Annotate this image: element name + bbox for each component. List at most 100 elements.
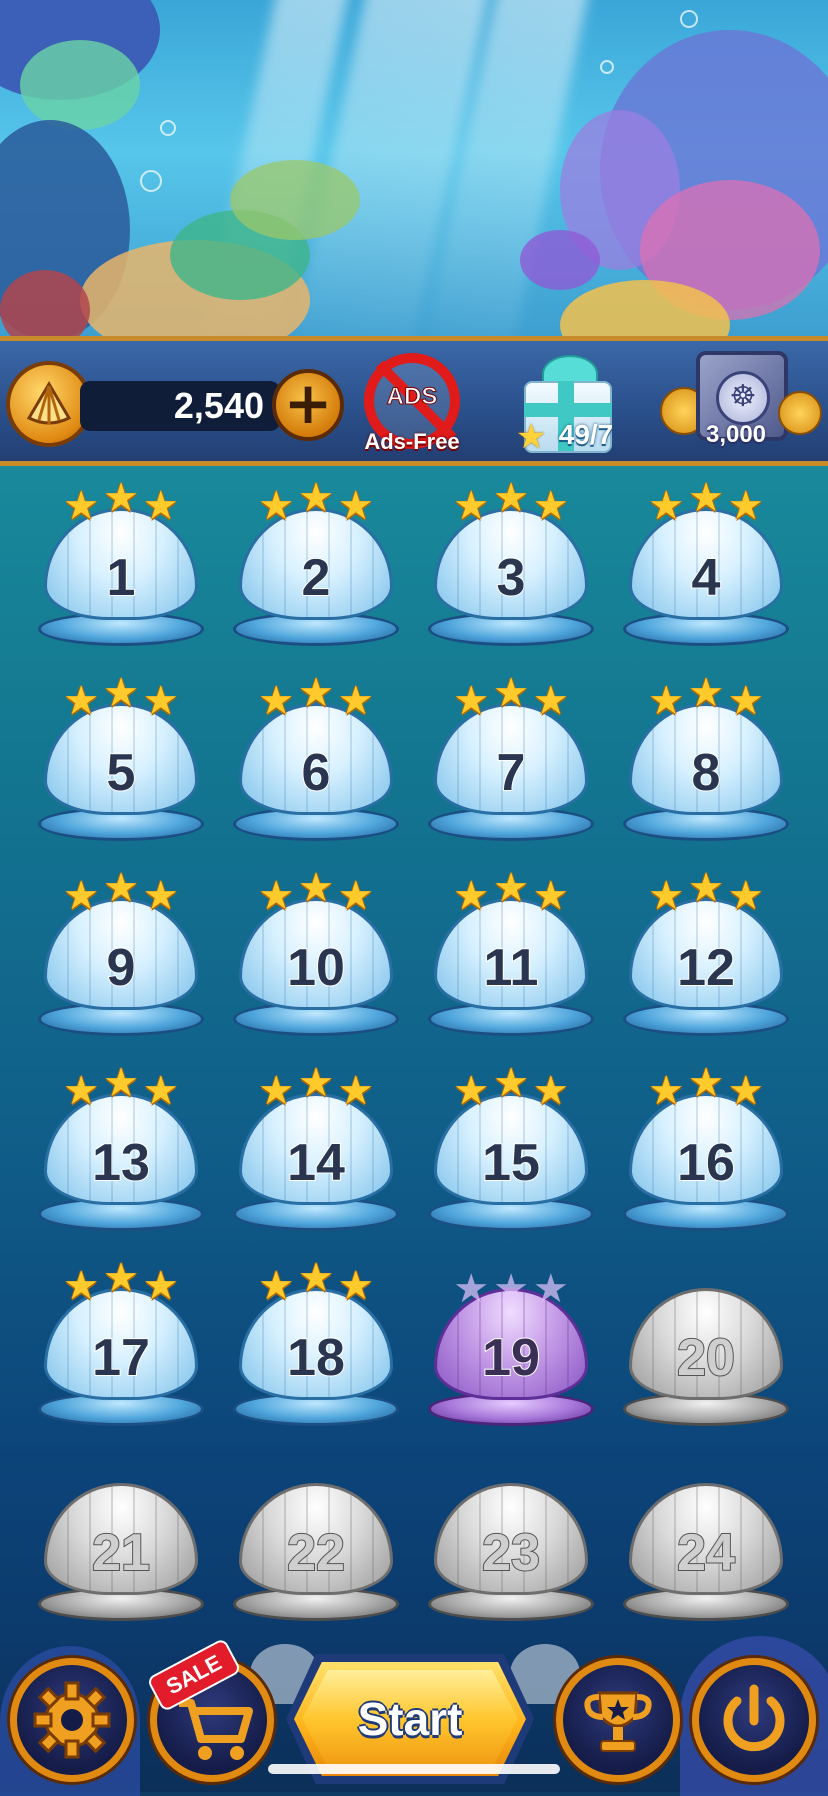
star-icon: ★ <box>532 678 569 724</box>
level-17-button[interactable]: ★ ★ ★ 17 <box>36 1258 206 1436</box>
star-icon: ★ <box>493 1060 529 1106</box>
star-icon: ★ <box>337 678 374 724</box>
trophy-icon <box>584 1691 652 1752</box>
star-icon: ★ <box>532 873 569 919</box>
star-icon: ★ <box>103 670 139 716</box>
level-9-button[interactable]: ★ ★ ★ 9 <box>36 868 206 1046</box>
level-number: 3 <box>496 548 527 608</box>
star-icon: ★ <box>63 1068 100 1114</box>
level-number: 4 <box>691 548 722 608</box>
level-number: 15 <box>481 1133 541 1193</box>
level-18-button[interactable]: ★ ★ ★ 18 <box>231 1258 401 1436</box>
level-stars: ★ ★ ★ <box>426 868 596 919</box>
gift-box-button[interactable]: ★ 49/7 <box>516 351 622 461</box>
quit-button[interactable] <box>692 1658 816 1782</box>
star-icon: ★ <box>727 483 764 529</box>
star-icon: ★ <box>103 1060 139 1106</box>
vault-dial-icon: ☸ <box>716 371 770 425</box>
home-indicator[interactable] <box>268 1764 560 1774</box>
star-icon: ★ <box>258 873 295 919</box>
level-2-button[interactable]: ★ ★ ★ 2 <box>231 478 401 656</box>
level-stars: ★ ★ ★ <box>426 673 596 724</box>
star-icon: ★ <box>727 873 764 919</box>
level-13-button[interactable]: ★ ★ ★ 13 <box>36 1063 206 1241</box>
level-6-button[interactable]: ★ ★ ★ 6 <box>231 673 401 851</box>
star-icon: ★ <box>337 873 374 919</box>
level-22-button: 22 <box>231 1461 401 1631</box>
top-hud-bar: 2,540 + ADS Ads-Free ★ 49/7 ☸ 3,000 <box>0 336 828 466</box>
level-number: 10 <box>286 938 346 998</box>
level-stars: ★ ★ ★ <box>231 1258 401 1309</box>
level-12-button[interactable]: ★ ★ ★ 12 <box>621 868 791 1046</box>
star-icon: ★ <box>258 1263 295 1309</box>
level-stars: ★ ★ ★ <box>36 478 206 529</box>
level-23-button: 23 <box>426 1461 596 1631</box>
level-5-button[interactable]: ★ ★ ★ 5 <box>36 673 206 851</box>
leaderboard-button[interactable] <box>556 1658 680 1782</box>
star-icon: ★ <box>298 865 334 911</box>
level-number: 19 <box>481 1328 541 1388</box>
level-stars: ★ ★ ★ <box>621 868 791 919</box>
underwater-banner <box>0 0 828 336</box>
star-icon: ★ <box>63 873 100 919</box>
star-icon: ★ <box>648 873 685 919</box>
level-stars: ★ ★ ★ <box>36 673 206 724</box>
level-number: 18 <box>286 1328 346 1388</box>
star-icon: ★ <box>453 873 490 919</box>
level-grid: ★ ★ ★ 1 ★ ★ ★ 2 ★ ★ ★ 3 ★ ★ ★ 4 ★ ★ ★ 5 ★ ★ ★ 6 ★ ★ ★ 7 ★ ★ ★ 8 ★ ★ ★ 9 ★ ★ ★ 1… <box>0 466 828 1636</box>
level-number: 1 <box>106 548 137 608</box>
level-7-button[interactable]: ★ ★ ★ 7 <box>426 673 596 851</box>
level-20-button: 20 <box>621 1266 791 1436</box>
level-number: 17 <box>91 1328 151 1388</box>
star-icon: ★ <box>493 865 529 911</box>
level-14-button[interactable]: ★ ★ ★ 14 <box>231 1063 401 1241</box>
ads-badge-text: ADS <box>386 383 438 411</box>
star-icon: ★ <box>63 483 100 529</box>
gear-icon <box>33 1681 111 1759</box>
level-10-button[interactable]: ★ ★ ★ 10 <box>231 868 401 1046</box>
level-3-button[interactable]: ★ ★ ★ 3 <box>426 478 596 656</box>
level-15-button[interactable]: ★ ★ ★ 15 <box>426 1063 596 1241</box>
star-icon: ★ <box>337 1068 374 1114</box>
level-stars: ★ ★ ★ <box>231 478 401 529</box>
add-coins-button[interactable]: + <box>272 369 344 441</box>
level-stars: ★ ★ ★ <box>426 478 596 529</box>
empty-star-icon: ★ <box>493 1266 529 1312</box>
level-stars: ★ ★ ★ <box>621 673 791 724</box>
coin-balance: 2,540 <box>173 385 264 426</box>
vault-coin-count: 3,000 <box>705 421 767 448</box>
level-16-button[interactable]: ★ ★ ★ 16 <box>621 1063 791 1241</box>
level-24-button: 24 <box>621 1461 791 1631</box>
level-stars: ★ ★ ★ <box>36 1258 206 1309</box>
level-number: 23 <box>481 1523 541 1583</box>
level-4-button[interactable]: ★ ★ ★ 4 <box>621 478 791 656</box>
level-19-button[interactable]: ★ ★ ★ 19 <box>426 1266 596 1436</box>
level-stars: ★ ★ ★ <box>231 868 401 919</box>
level-8-button[interactable]: ★ ★ ★ 8 <box>621 673 791 851</box>
power-icon <box>723 1684 785 1752</box>
star-icon: ★ <box>298 1255 334 1301</box>
level-1-button[interactable]: ★ ★ ★ 1 <box>36 478 206 656</box>
level-number: 7 <box>496 743 527 803</box>
level-number: 16 <box>676 1133 736 1193</box>
star-icon: ★ <box>63 1263 100 1309</box>
level-number: 9 <box>106 938 137 998</box>
star-icon: ★ <box>103 475 139 521</box>
level-number: 8 <box>691 743 722 803</box>
ads-free-button[interactable]: ADS Ads-Free <box>356 353 476 461</box>
empty-star-icon: ★ <box>532 1266 569 1312</box>
star-icon: ★ <box>258 483 295 529</box>
star-icon: ★ <box>648 678 685 724</box>
level-11-button[interactable]: ★ ★ ★ 11 <box>426 868 596 1046</box>
star-icon: ★ <box>142 1263 179 1309</box>
star-icon: ★ <box>532 483 569 529</box>
gift-star-count: 49/7 <box>558 419 614 450</box>
star-icon: ★ <box>688 865 724 911</box>
settings-button[interactable] <box>10 1658 134 1782</box>
level-number: 22 <box>286 1523 346 1583</box>
level-number: 24 <box>676 1523 736 1583</box>
star-icon: ★ <box>298 670 334 716</box>
level-number: 13 <box>91 1133 151 1193</box>
vault-button[interactable]: ☸ 3,000 <box>660 349 822 461</box>
star-icon: ★ <box>63 678 100 724</box>
